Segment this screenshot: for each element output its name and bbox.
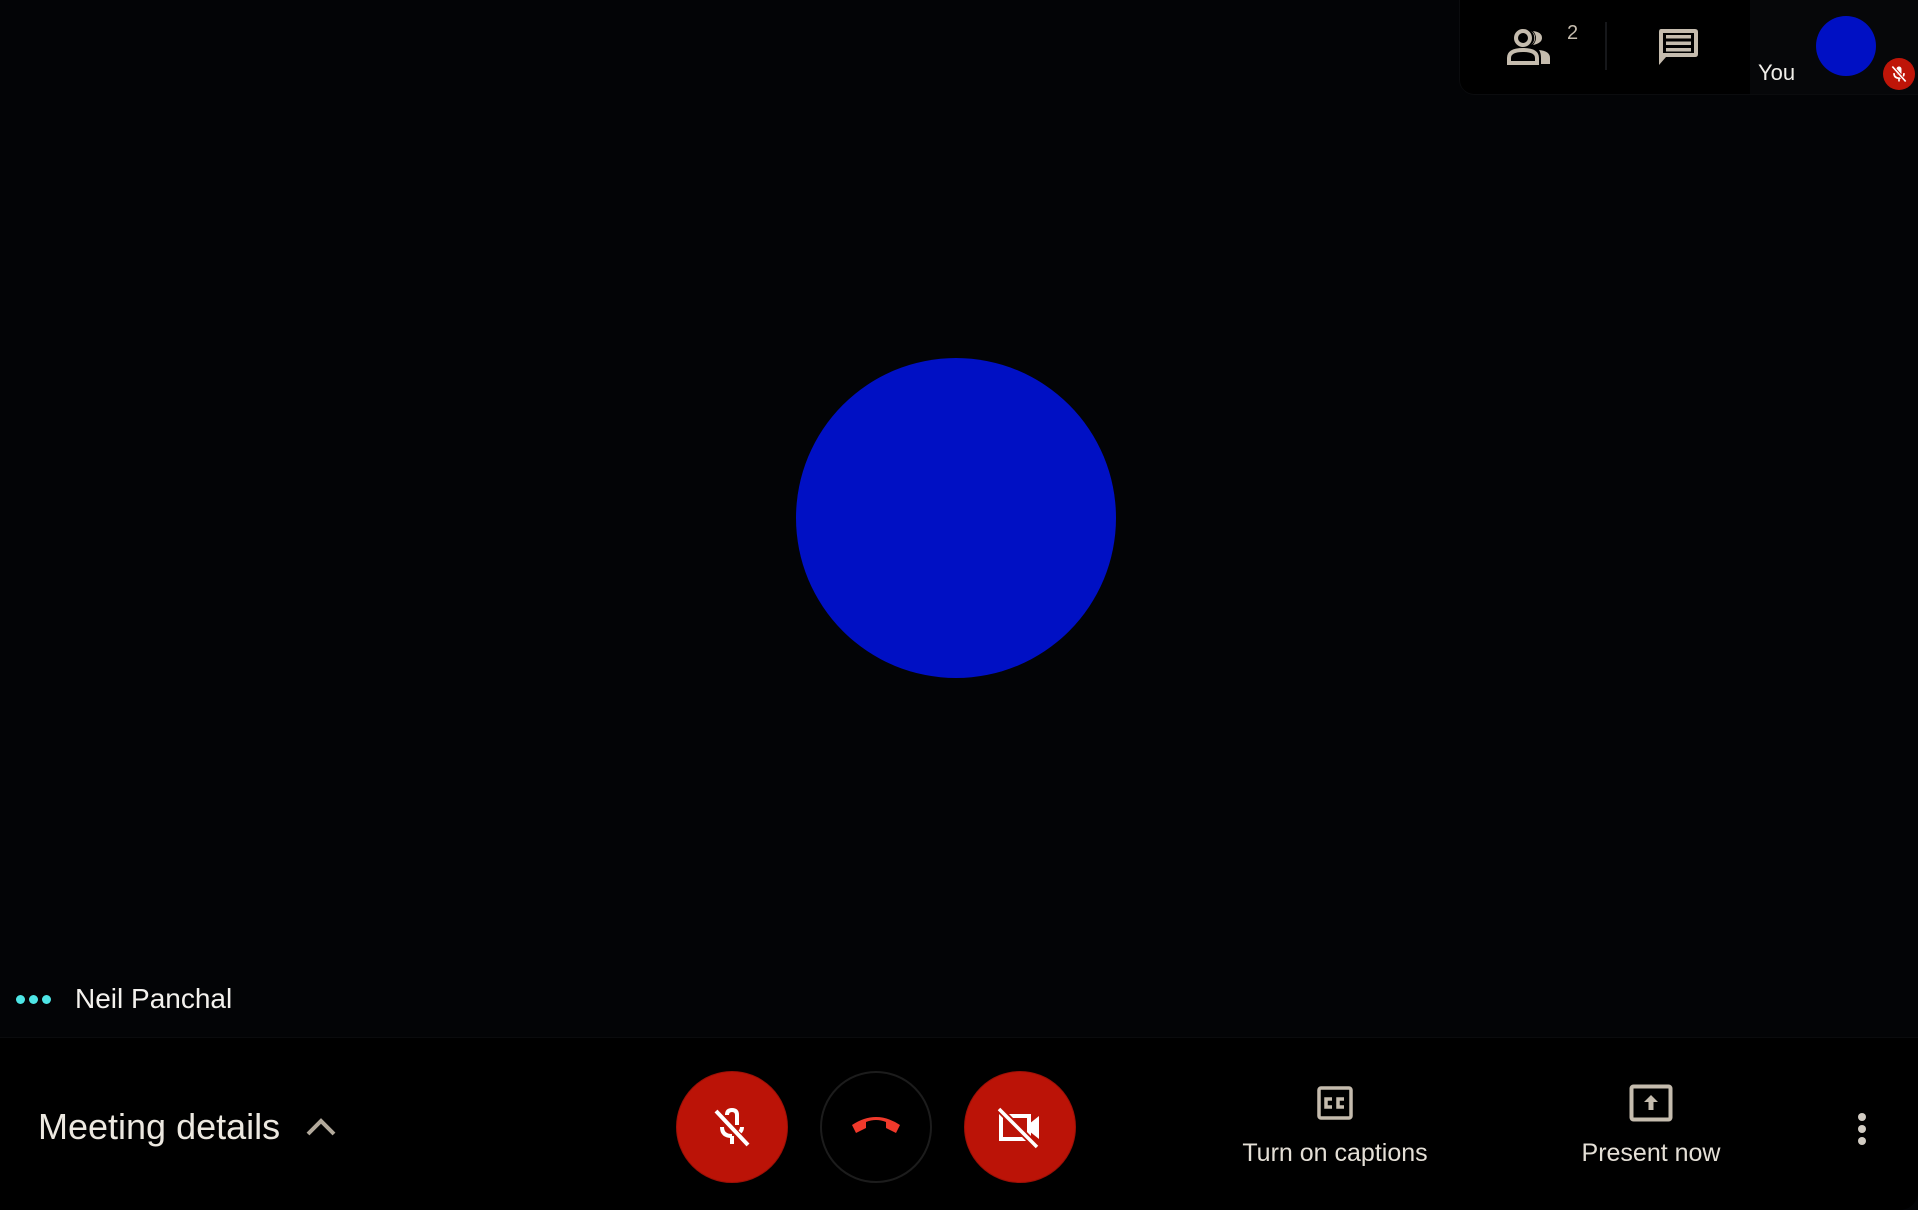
participant-count-badge: 2 — [1567, 22, 1579, 44]
hang-up-icon — [852, 1117, 900, 1133]
present-now-button[interactable]: Present now — [1551, 1080, 1751, 1180]
top-right-panel: 2 You — [1460, 0, 1918, 94]
self-avatar — [1816, 16, 1876, 76]
speaking-indicator-icon — [16, 994, 51, 1004]
captions-label: Turn on captions — [1242, 1139, 1428, 1167]
microphone-toggle-button[interactable] — [676, 1071, 788, 1183]
meeting-stage: Neil Panchal 2 You Meeting details Turn … — [0, 0, 1918, 1210]
mic-off-icon — [1883, 58, 1915, 90]
chat-icon — [1659, 29, 1698, 65]
self-label: You — [1758, 60, 1796, 85]
people-icon — [1507, 29, 1550, 65]
divider — [1605, 22, 1607, 70]
camera-toggle-button[interactable] — [964, 1071, 1076, 1183]
camera-off-icon — [997, 1106, 1040, 1149]
chat-button[interactable] — [1618, 12, 1738, 82]
show-everyone-button[interactable]: 2 — [1470, 12, 1590, 82]
hang-up-button[interactable] — [820, 1071, 932, 1183]
more-options-button[interactable] — [1840, 1104, 1884, 1154]
more-vert-icon — [1858, 1113, 1866, 1121]
turn-on-captions-button[interactable]: Turn on captions — [1225, 1080, 1445, 1180]
participant-name: Neil Panchal — [75, 983, 233, 1014]
meeting-details-button[interactable]: Meeting details — [38, 1100, 336, 1154]
self-view-tile[interactable]: You — [1750, 0, 1918, 94]
present-now-label: Present now — [1581, 1139, 1721, 1167]
present-screen-icon — [1629, 1084, 1673, 1122]
participant-name-label: Neil Panchal — [16, 980, 232, 1018]
meeting-details-label: Meeting details — [38, 1106, 281, 1147]
bottom-control-bar: Meeting details Turn on captions Present… — [0, 1037, 1918, 1210]
participant-avatar — [796, 358, 1116, 678]
closed-captions-icon — [1317, 1086, 1353, 1120]
chevron-up-icon — [306, 1118, 336, 1136]
mic-off-icon — [714, 1107, 750, 1147]
